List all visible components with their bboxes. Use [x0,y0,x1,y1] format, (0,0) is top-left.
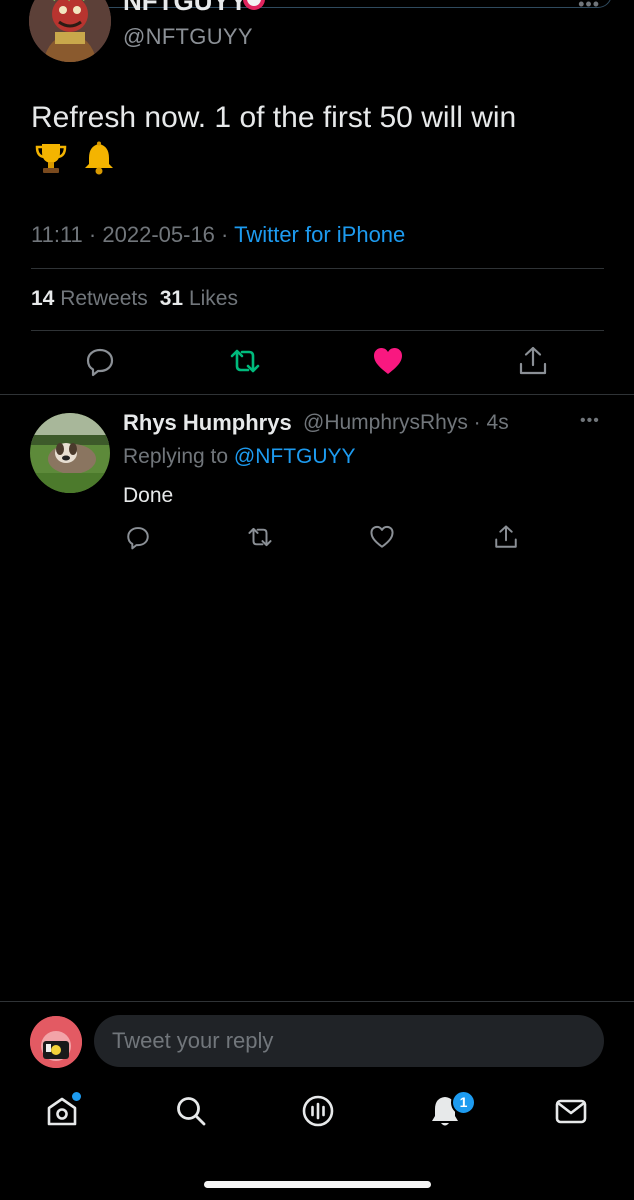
bell-icon [85,141,113,175]
reply-actions [0,524,634,552]
retweet-icon[interactable] [229,345,261,377]
reply-author-name[interactable]: Rhys Humphrys [123,410,292,436]
home-new-dot [72,1092,81,1101]
like-icon[interactable] [369,524,395,550]
retweets-stat[interactable]: 14 Retweets [31,287,148,311]
author-name[interactable]: NFTGUYY [123,0,247,17]
likes-label: Likes [188,287,238,310]
divider [0,394,634,395]
tweet-emojis [33,140,117,176]
reply-more-icon[interactable]: ••• [580,412,600,430]
divider [31,330,604,331]
retweets-label: Retweets [60,287,148,310]
search-icon[interactable] [173,1093,209,1129]
meta-separator: · [88,222,103,247]
messages-icon[interactable] [553,1093,589,1129]
reply-handle-time[interactable]: @HumphrysRhys · 4s [303,411,509,435]
replying-to: Replying to @NFTGUYY [123,445,356,469]
retweets-count: 14 [31,287,55,310]
bottom-tab-bar: 1 [0,1083,634,1153]
reply-author-avatar[interactable] [30,413,110,493]
tweet-source-link[interactable]: Twitter for iPhone [234,222,405,247]
reply-icon[interactable] [84,345,116,377]
meta-separator: · [221,222,235,247]
spaces-icon[interactable] [300,1093,336,1129]
replying-mention-link[interactable]: @NFTGUYY [234,445,356,468]
trophy-icon [35,144,67,173]
tweet-meta: 11:11 · 2022-05-16 · Twitter for iPhone [31,222,405,248]
likes-stat[interactable]: 31 Likes [160,287,238,311]
reply-input[interactable] [94,1015,604,1067]
author-avatar[interactable] [29,0,111,62]
current-user-avatar[interactable] [30,1016,82,1068]
notifications-count-badge: 1 [451,1090,476,1115]
likes-count: 31 [159,287,184,310]
share-icon[interactable] [517,345,549,377]
replying-prefix: Replying to [123,445,229,468]
author-handle[interactable]: @NFTGUYY [123,24,253,50]
tweet-actions [0,345,634,385]
reply-text: Done [123,484,174,507]
tweet-stats: 14 Retweets 31 Likes [31,287,238,311]
reply-icon[interactable] [125,524,151,550]
more-options-icon[interactable]: ••• [578,0,600,15]
retweet-icon[interactable] [247,524,273,550]
share-icon[interactable] [493,524,519,550]
home-indicator[interactable] [204,1181,431,1188]
tweet-date: 2022-05-16 [102,222,215,247]
tweet-time: 11:11 [31,222,83,247]
tweet-text: Refresh now. 1 of the first 50 will win [31,101,517,134]
reply-composer [0,1001,634,1081]
divider [31,268,604,269]
like-icon[interactable] [372,345,404,377]
